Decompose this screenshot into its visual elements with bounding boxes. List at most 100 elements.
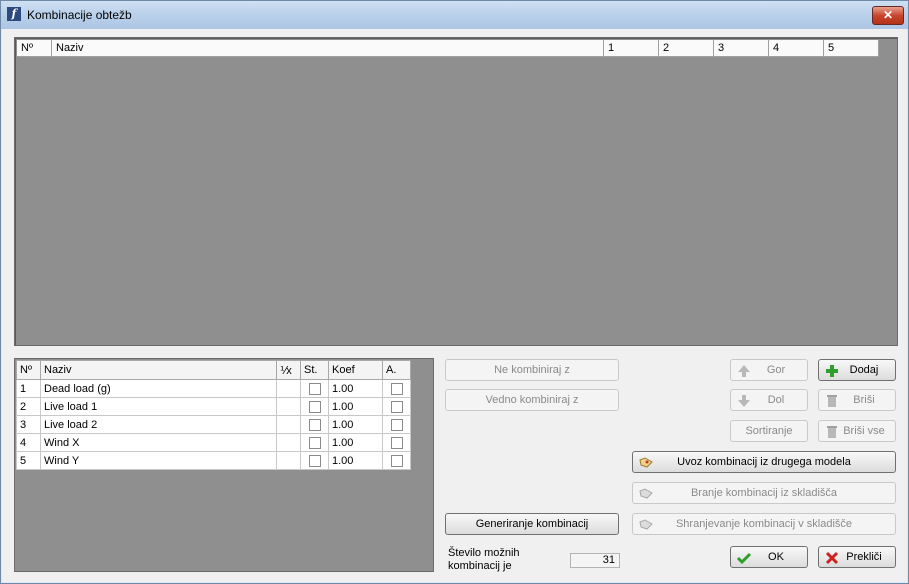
a-checkbox[interactable] [390, 454, 403, 467]
tag-import-icon [639, 488, 653, 499]
loads-header-st[interactable]: St. [300, 360, 329, 380]
combinations-grid[interactable]: Nº Naziv 1 2 3 4 5 [14, 37, 898, 346]
a-checkbox[interactable] [390, 400, 403, 413]
gor-label: Gor [766, 364, 786, 376]
load-reciprocal-cell[interactable] [276, 451, 301, 470]
column-header-4[interactable]: 4 [769, 40, 824, 57]
ok-label: OK [768, 551, 784, 563]
loads-header-reciprocal[interactable]: ⅟x [276, 360, 301, 380]
column-header-1[interactable]: 1 [604, 40, 659, 57]
load-koef[interactable]: 1.00 [328, 379, 383, 398]
table-row[interactable]: 4 Wind X 1.00 [16, 433, 411, 452]
arrow-up-icon [738, 365, 750, 377]
load-a-cell[interactable] [382, 379, 411, 398]
dodaj-label: Dodaj [849, 364, 879, 376]
table-row[interactable]: 2 Live load 1 1.00 [16, 397, 411, 416]
plus-icon [826, 365, 838, 377]
count-label-line2: kombinacij je [448, 560, 512, 572]
load-a-cell[interactable] [382, 397, 411, 416]
sortiranje-button[interactable]: Sortiranje [730, 420, 808, 442]
load-reciprocal-cell[interactable] [276, 379, 301, 398]
load-no: 3 [16, 415, 41, 434]
ne-kombiniraj-button[interactable]: Ne kombiniraj z [445, 359, 619, 381]
load-a-cell[interactable] [382, 433, 411, 452]
gor-button[interactable]: Gor [730, 359, 808, 381]
close-button[interactable]: ✕ [872, 6, 904, 25]
load-st-cell[interactable] [300, 415, 329, 434]
shranjevanje-button[interactable]: Shranjevanje kombinacij v skladišče [632, 513, 896, 535]
loads-table-header: Nº Naziv ⅟x St. Koef A. [16, 360, 411, 380]
window-title: Kombinacije obtežb [27, 8, 132, 22]
loads-panel: Nº Naziv ⅟x St. Koef A. 1 Dead load (g) … [14, 358, 434, 572]
count-label-line1: Število možnih [448, 547, 520, 559]
generiranje-button[interactable]: Generiranje kombinacij [445, 513, 619, 535]
load-koef[interactable]: 1.00 [328, 397, 383, 416]
st-checkbox[interactable] [308, 400, 321, 413]
loads-header-naziv[interactable]: Naziv [40, 360, 277, 380]
ok-button[interactable]: OK [730, 546, 808, 568]
load-name[interactable]: Dead load (g) [40, 379, 277, 398]
a-checkbox[interactable] [390, 418, 403, 431]
load-reciprocal-cell[interactable] [276, 433, 301, 452]
dol-button[interactable]: Dol [730, 389, 808, 411]
table-row[interactable]: 1 Dead load (g) 1.00 [16, 379, 411, 398]
load-name[interactable]: Live load 1 [40, 397, 277, 416]
dodaj-button[interactable]: Dodaj [818, 359, 896, 381]
uvoz-button[interactable]: Uvoz kombinacij iz drugega modela [632, 451, 896, 473]
column-header-no[interactable]: Nº [17, 40, 52, 57]
arrow-down-icon [738, 395, 750, 407]
column-header-naziv[interactable]: Naziv [52, 40, 604, 57]
close-icon: ✕ [882, 8, 894, 22]
x-icon [825, 551, 839, 565]
trash-icon [827, 395, 837, 407]
loads-header-koef[interactable]: Koef [328, 360, 383, 380]
load-reciprocal-cell[interactable] [276, 397, 301, 416]
st-checkbox[interactable] [308, 436, 321, 449]
load-st-cell[interactable] [300, 397, 329, 416]
load-st-cell[interactable] [300, 433, 329, 452]
uvoz-label: Uvoz kombinacij iz drugega modela [677, 456, 851, 468]
brisi-button[interactable]: Briši [818, 389, 896, 411]
load-reciprocal-cell[interactable] [276, 415, 301, 434]
load-no: 2 [16, 397, 41, 416]
vedno-kombiniraj-button[interactable]: Vedno kombiniraj z [445, 389, 619, 411]
a-checkbox[interactable] [390, 436, 403, 449]
st-checkbox[interactable] [308, 454, 321, 467]
dialog-window: f Kombinacije obtežb ✕ Nº Naziv 1 2 3 4 … [0, 0, 909, 584]
column-header-2[interactable]: 2 [659, 40, 714, 57]
app-icon: f [7, 7, 21, 21]
preklici-button[interactable]: Prekliči [818, 546, 896, 568]
load-name[interactable]: Wind Y [40, 451, 277, 470]
load-name[interactable]: Wind X [40, 433, 277, 452]
load-no: 4 [16, 433, 41, 452]
trash-icon [827, 426, 837, 438]
column-header-5[interactable]: 5 [824, 40, 879, 57]
column-header-3[interactable]: 3 [714, 40, 769, 57]
branje-label: Branje kombinacij iz skladišča [690, 487, 838, 499]
checkmark-icon [736, 552, 752, 565]
combination-count-label: Število možnih kombinacij je [448, 547, 520, 573]
table-row[interactable]: 3 Live load 2 1.00 [16, 415, 411, 434]
load-a-cell[interactable] [382, 415, 411, 434]
load-a-cell[interactable] [382, 451, 411, 470]
loads-table: Nº Naziv ⅟x St. Koef A. 1 Dead load (g) … [16, 360, 411, 470]
dialog-body: Nº Naziv 1 2 3 4 5 Nº Naziv ⅟x St. Koef … [2, 29, 907, 582]
combinations-grid-header: Nº Naziv 1 2 3 4 5 [17, 40, 879, 57]
table-row[interactable]: 5 Wind Y 1.00 [16, 451, 411, 470]
st-checkbox[interactable] [308, 382, 321, 395]
load-koef[interactable]: 1.00 [328, 451, 383, 470]
load-name[interactable]: Live load 2 [40, 415, 277, 434]
branje-button[interactable]: Branje kombinacij iz skladišča [632, 482, 896, 504]
a-checkbox[interactable] [390, 382, 403, 395]
load-st-cell[interactable] [300, 379, 329, 398]
title-bar: f Kombinacije obtežb ✕ [1, 1, 908, 29]
load-no: 1 [16, 379, 41, 398]
loads-header-no[interactable]: Nº [16, 360, 41, 380]
combination-count-value: 31 [570, 553, 620, 568]
brisi-vse-button[interactable]: Briši vse [818, 420, 896, 442]
loads-header-a[interactable]: A. [382, 360, 411, 380]
load-st-cell[interactable] [300, 451, 329, 470]
load-koef[interactable]: 1.00 [328, 415, 383, 434]
st-checkbox[interactable] [308, 418, 321, 431]
load-koef[interactable]: 1.00 [328, 433, 383, 452]
